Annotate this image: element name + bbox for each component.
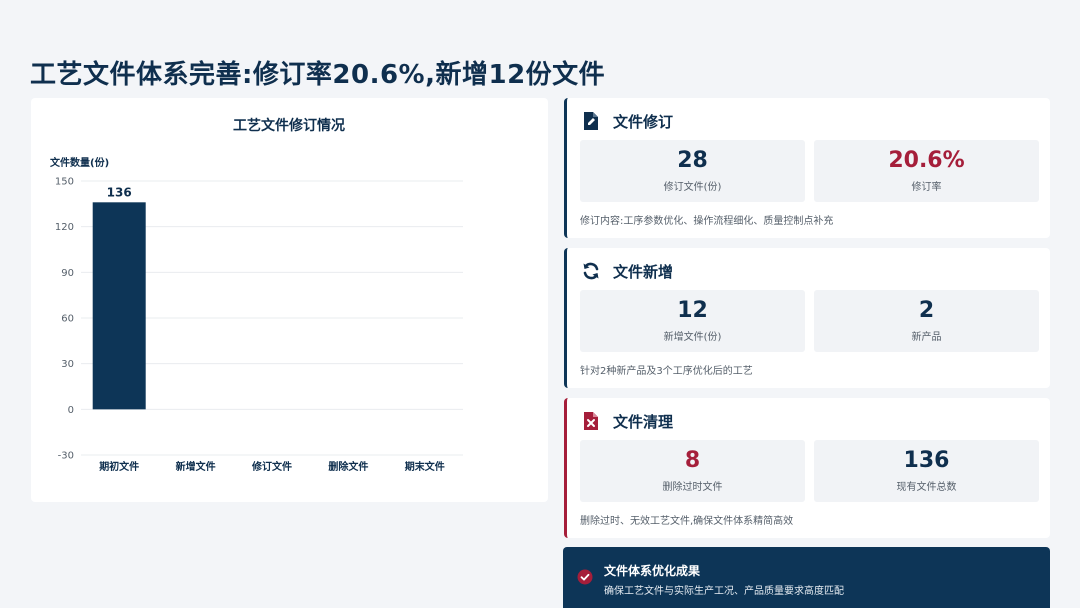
- refresh-icon: [583, 262, 599, 280]
- x-tick-label: 修订文件: [251, 460, 292, 473]
- stat-deleted-files-value: 8: [684, 448, 701, 473]
- result-banner: 文件体系优化成果 确保工艺文件与实际生产工况、产品质量要求高度匹配: [563, 547, 1050, 608]
- stat-revised-files-value: 28: [677, 148, 708, 173]
- card-addition-note: 针对2种新产品及3个工序优化后的工艺: [580, 366, 753, 377]
- stat-new-files: 12 新增文件(份): [580, 290, 805, 352]
- bar-value-label: 136: [107, 185, 132, 199]
- banner-desc: 确保工艺文件与实际生产工况、产品质量要求高度匹配: [604, 586, 844, 597]
- stat-revision-rate-label: 修订率: [911, 182, 942, 193]
- x-tick-label: 期末文件: [405, 460, 445, 473]
- y-tick-label: 90: [61, 268, 74, 279]
- file-delete-icon: [584, 412, 598, 430]
- stat-total-files-value: 136: [903, 448, 950, 473]
- card-addition: 文件新增 12 新增文件(份) 2 新产品 针对2种新产品及3个工序优化后的工艺: [564, 248, 1050, 388]
- card-revision-title: 文件修订: [613, 112, 674, 131]
- stat-revision-rate-value: 20.6%: [888, 148, 965, 173]
- y-tick-label: 0: [68, 405, 74, 416]
- stat-total-files-label: 现有文件总数: [896, 482, 957, 493]
- stat-new-files-value: 12: [677, 298, 708, 323]
- bar: [92, 202, 146, 410]
- stat-new-files-label: 新增文件(份): [663, 332, 722, 343]
- stat-deleted-files: 8 删除过时文件: [580, 440, 805, 502]
- stat-new-products-label: 新产品: [911, 332, 942, 343]
- chart-card: 工艺文件修订情况文件数量(份) -30 0 30 60 90 120 150 期初文件 136 新增…: [31, 98, 548, 502]
- x-tick-label: 期初文件: [99, 460, 139, 473]
- y-axis-label: 文件数量(份): [50, 156, 109, 169]
- card-cleanup-title: 文件清理: [613, 412, 674, 431]
- y-tick-label: 120: [55, 222, 74, 233]
- file-edit-icon: [584, 112, 598, 130]
- y-tick-label: 150: [55, 177, 74, 188]
- stat-revised-files: 28 修订文件(份): [580, 140, 805, 202]
- stat-new-products: 2 新产品: [814, 290, 1039, 352]
- card-cleanup: 文件清理 8 删除过时文件 136 现有文件总数 删除过时、无效工艺文件,确保文…: [564, 398, 1050, 538]
- stat-new-products-value: 2: [918, 298, 935, 323]
- card-revision: 文件修订 28 修订文件(份) 20.6% 修订率 修订内容:工序参数优化、操作…: [564, 98, 1050, 238]
- page-title: 工艺文件体系完善:修订率20.6%,新增12份文件: [30, 60, 606, 90]
- y-tick-label: 60: [61, 314, 74, 325]
- stat-revised-files-label: 修订文件(份): [663, 182, 722, 193]
- chart-title: 工艺文件修订情况: [233, 117, 345, 134]
- x-tick-label: 删除文件: [328, 460, 368, 473]
- card-addition-title: 文件新增: [613, 262, 674, 281]
- revision-bar-chart: 工艺文件修订情况文件数量(份) -30 0 30 60 90 120 150 期初文件 136 新增…: [50, 117, 463, 473]
- card-cleanup-note: 删除过时、无效工艺文件,确保文件体系精简高效: [580, 516, 794, 527]
- stat-total-files: 136 现有文件总数: [814, 440, 1039, 502]
- check-circle-icon: [577, 569, 593, 585]
- stat-revision-rate: 20.6% 修订率: [814, 140, 1039, 202]
- card-revision-note: 修订内容:工序参数优化、操作流程细化、质量控制点补充: [580, 216, 834, 227]
- y-tick-label: 30: [61, 359, 74, 370]
- stat-deleted-files-label: 删除过时文件: [662, 482, 723, 493]
- y-tick-label: -30: [58, 451, 74, 462]
- x-tick-label: 新增文件: [176, 460, 216, 473]
- banner-title: 文件体系优化成果: [604, 564, 701, 578]
